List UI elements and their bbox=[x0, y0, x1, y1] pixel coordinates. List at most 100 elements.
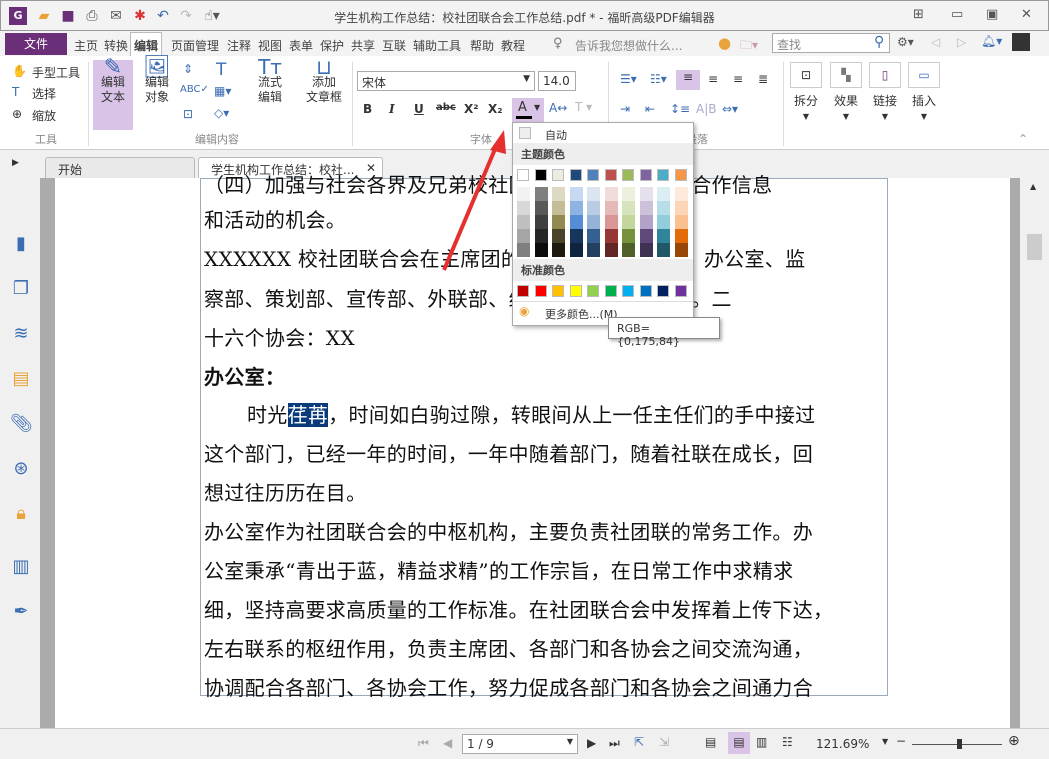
tab-convert[interactable]: 转换 bbox=[100, 35, 132, 56]
tab-form[interactable]: 表单 bbox=[285, 35, 317, 56]
text-line[interactable]: 和活动的机会。 bbox=[204, 204, 346, 233]
theme-shade-swatch[interactable] bbox=[535, 187, 548, 201]
theme-shade-swatch[interactable] bbox=[657, 243, 670, 257]
tab-share[interactable]: 共享 bbox=[347, 35, 379, 56]
standard-color-swatch[interactable] bbox=[587, 285, 599, 297]
bell-icon[interactable]: 🔔︎▾ bbox=[981, 34, 1002, 48]
indent-icon[interactable]: ⇥ bbox=[620, 102, 630, 116]
tab-protect[interactable]: 保护 bbox=[316, 35, 348, 56]
theme-shade-swatch[interactable] bbox=[570, 201, 583, 215]
theme-shade-swatch[interactable] bbox=[570, 243, 583, 257]
theme-color-swatch[interactable] bbox=[622, 169, 634, 181]
zoom-out-button[interactable]: − bbox=[896, 734, 906, 748]
theme-shade-swatch[interactable] bbox=[605, 215, 618, 229]
char-spacing-icon[interactable]: A↔ bbox=[549, 101, 567, 115]
standard-color-swatch[interactable] bbox=[657, 285, 669, 297]
theme-shade-swatch[interactable] bbox=[587, 201, 600, 215]
standard-color-swatch[interactable] bbox=[605, 285, 617, 297]
line-spacing-icon[interactable]: ⇕ bbox=[183, 62, 193, 76]
theme-shade-swatch[interactable] bbox=[640, 243, 653, 257]
bullet-list-icon[interactable]: ☰▾ bbox=[620, 72, 637, 86]
insert-button[interactable]: ▭插入▼ bbox=[908, 62, 940, 124]
theme-shade-swatch[interactable] bbox=[640, 187, 653, 201]
prev-page-button[interactable]: ◀ bbox=[443, 736, 452, 750]
theme-shade-swatch[interactable] bbox=[657, 187, 670, 201]
theme-shade-swatch[interactable] bbox=[517, 215, 530, 229]
theme-shade-swatch[interactable] bbox=[675, 201, 688, 215]
theme-shade-swatch[interactable] bbox=[517, 229, 530, 243]
theme-shade-swatch[interactable] bbox=[675, 243, 688, 257]
continuous-facing-icon[interactable]: ☷ bbox=[782, 735, 793, 749]
theme-shade-swatch[interactable] bbox=[675, 229, 688, 243]
search-icon[interactable]: ⚲ bbox=[874, 34, 884, 50]
file-menu[interactable]: 文件 bbox=[5, 33, 67, 55]
selected-text[interactable]: 荏苒 bbox=[288, 403, 329, 427]
align-left-button[interactable]: ≡ bbox=[676, 70, 700, 90]
maximize-button[interactable]: ▣ bbox=[986, 7, 998, 22]
theme-shade-swatch[interactable] bbox=[605, 201, 618, 215]
comments-icon[interactable]: ▤ bbox=[10, 368, 32, 390]
add-text-icon[interactable]: T bbox=[216, 60, 226, 80]
theme-shade-swatch[interactable] bbox=[622, 201, 635, 215]
theme-shade-swatch[interactable] bbox=[535, 229, 548, 243]
font-size-select[interactable]: 14.0 bbox=[538, 71, 576, 91]
theme-shade-swatch[interactable] bbox=[517, 201, 530, 215]
font-color-button[interactable]: A ▼ bbox=[512, 98, 544, 122]
align-center-button[interactable]: ≡ bbox=[708, 72, 718, 86]
effect-button[interactable]: ▚效果▼ bbox=[830, 62, 862, 124]
minimize-button[interactable]: ▭ bbox=[951, 7, 963, 22]
theme-shade-swatch[interactable] bbox=[552, 243, 565, 257]
single-page-icon[interactable]: ▤ bbox=[705, 735, 716, 749]
flow-edit-button[interactable]: Tт 流式 编辑 bbox=[250, 60, 290, 130]
vertical-scrollbar[interactable]: ▲ bbox=[1020, 178, 1049, 728]
add-shape-icon[interactable]: ◇▾ bbox=[214, 106, 229, 120]
theme-shade-swatch[interactable] bbox=[587, 229, 600, 243]
italic-button[interactable]: I bbox=[389, 102, 395, 116]
standard-color-swatch[interactable] bbox=[552, 285, 564, 297]
theme-shade-swatch[interactable] bbox=[552, 229, 565, 243]
theme-shade-swatch[interactable] bbox=[622, 243, 635, 257]
tab-start[interactable]: 开始 bbox=[45, 157, 195, 179]
avatar[interactable] bbox=[1012, 33, 1030, 51]
search-input[interactable]: 查找 bbox=[772, 33, 890, 53]
theme-shade-swatch[interactable] bbox=[640, 215, 653, 229]
text-line[interactable]: 细，坚持高要求高质量的工作标准。在社团联合会中发挥着上传下达， bbox=[204, 594, 833, 623]
line-spacing-para-icon[interactable]: ↕≡ bbox=[670, 102, 690, 116]
theme-shade-swatch[interactable] bbox=[587, 215, 600, 229]
folder-search-icon[interactable]: 🗀▾ bbox=[740, 36, 758, 57]
zoom-in-button[interactable]: ⊕ bbox=[1008, 733, 1020, 749]
link-text-icon[interactable]: ⊡ bbox=[183, 107, 193, 121]
theme-shade-swatch[interactable] bbox=[587, 187, 600, 201]
link-button[interactable]: ▯链接▼ bbox=[869, 62, 901, 124]
bold-button[interactable]: B bbox=[363, 102, 372, 116]
standard-color-swatch[interactable] bbox=[535, 285, 547, 297]
numbered-list-icon[interactable]: ☷▾ bbox=[650, 72, 667, 86]
para-spacing-icon[interactable]: ⇔▾ bbox=[722, 102, 738, 116]
add-article-box-button[interactable]: ⊔ 添加 文章框 bbox=[300, 60, 348, 130]
next-page-button[interactable]: ▶ bbox=[587, 736, 596, 750]
tab-home[interactable]: 主页 bbox=[70, 35, 102, 56]
tab-comment[interactable]: 注释 bbox=[223, 35, 255, 56]
scroll-up-icon[interactable]: ▲ bbox=[1030, 182, 1036, 191]
theme-shade-swatch[interactable] bbox=[570, 229, 583, 243]
theme-shade-swatch[interactable] bbox=[570, 215, 583, 229]
align-right-button[interactable]: ≡ bbox=[733, 72, 743, 86]
outdent-icon[interactable]: ⇤ bbox=[645, 102, 655, 116]
tab-connect[interactable]: 互联 bbox=[378, 35, 410, 56]
theme-color-swatch[interactable] bbox=[640, 169, 652, 181]
ribbon-display-icon[interactable]: ⊞ bbox=[913, 7, 924, 22]
text-line[interactable]: 时光荏苒，时间如白驹过隙，转眼间从上一任主任们的手中接过 bbox=[247, 399, 815, 428]
lock-icon[interactable]: 🔒︎ bbox=[10, 503, 32, 525]
signature-icon[interactable]: ⊛ bbox=[10, 458, 32, 480]
text-effect-icon[interactable]: T ▾ bbox=[575, 100, 592, 114]
facing-page-icon[interactable]: ▥ bbox=[756, 735, 767, 749]
tell-me-input[interactable]: 告诉我您想做什么... bbox=[575, 37, 682, 54]
tab-accessibility[interactable]: 辅助工具 bbox=[409, 35, 465, 56]
scroll-thumb[interactable] bbox=[1027, 234, 1042, 260]
close-button[interactable]: ✕ bbox=[1021, 7, 1032, 22]
theme-shade-swatch[interactable] bbox=[675, 215, 688, 229]
hand-tool-button[interactable]: 手型工具 bbox=[32, 64, 80, 81]
zoom-button[interactable]: 缩放 bbox=[32, 107, 56, 124]
theme-color-swatch[interactable] bbox=[657, 169, 669, 181]
zoom-dropdown-icon[interactable]: ▼ bbox=[882, 737, 888, 746]
